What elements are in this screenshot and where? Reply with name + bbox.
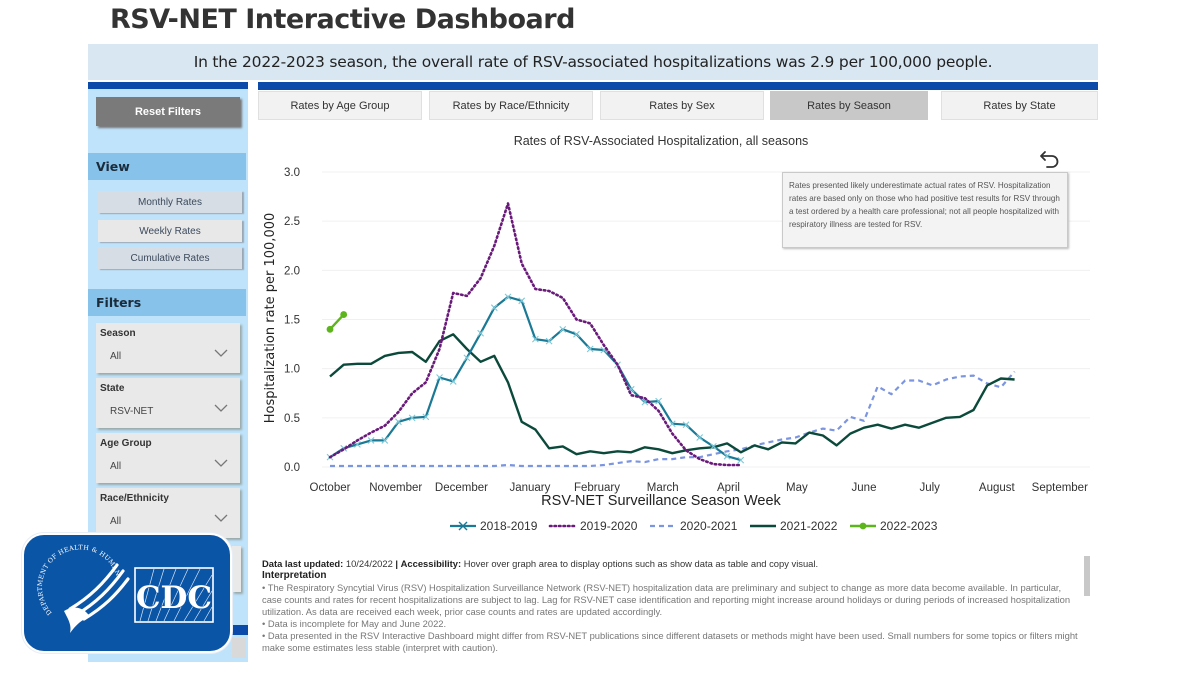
legend-item-2019-2020: 2019-2020: [548, 519, 638, 533]
x-tick-label: December: [435, 482, 488, 494]
y-axis-ticks: 0.0 0.5 1.0 1.5 2.0 2.5 3.0: [284, 167, 300, 474]
x-tick-label: October: [310, 482, 351, 494]
chevron-down-icon: [214, 404, 228, 412]
x-axis-label: RSV-NET Surveillance Season Week: [541, 493, 781, 509]
sidebar-bottom-bar: [232, 625, 248, 635]
chevron-down-icon: [214, 459, 228, 467]
y-tick-label: 0.0: [284, 462, 300, 474]
season-filter-label: Season: [100, 328, 136, 339]
legend-label: 2022-2023: [880, 519, 938, 533]
note-bullet: • Data is incomplete for May and June 20…: [262, 618, 447, 629]
accessibility-label: Accessibility:: [400, 558, 462, 569]
x-tick-label: November: [369, 482, 422, 494]
legend-label: 2020-2021: [680, 519, 738, 533]
page-title: RSV-NET Interactive Dashboard: [110, 4, 575, 35]
notes-scrollbar[interactable]: [1084, 556, 1090, 596]
season-filter-value: All: [110, 351, 122, 362]
legend-item-2020-2021: 2020-2021: [650, 519, 738, 533]
accessibility-text: Hover over graph area to display options…: [463, 558, 819, 569]
chevron-down-icon: [214, 514, 228, 522]
legend-marker: [859, 522, 867, 530]
cdc-logo: CDC: [134, 567, 214, 623]
separator: |: [395, 558, 399, 569]
y-tick-label: 2.0: [284, 265, 300, 277]
note-text: Data presented in the RSV Interactive Da…: [262, 630, 1078, 653]
x-tick-label: July: [919, 482, 940, 494]
tab-rates-by-race-ethnicity[interactable]: Rates by Race/Ethnicity: [429, 91, 593, 120]
summary-banner: In the 2022-2023 season, the overall rat…: [88, 44, 1098, 80]
filters-section-header: Filters: [88, 289, 246, 316]
interpretation-header: Interpretation: [262, 570, 327, 581]
reset-filters-button[interactable]: Reset Filters: [96, 97, 240, 126]
series-line-2020-2021: [330, 370, 1016, 468]
state-filter-value: RSV-NET: [110, 406, 154, 417]
tab-rates-by-state[interactable]: Rates by State: [941, 91, 1098, 120]
x-tick-label: June: [852, 482, 877, 494]
y-axis-label: Hospitalization rate per 100,000: [263, 213, 278, 424]
y-tick-label: 3.0: [284, 167, 300, 179]
age-group-filter-label: Age Group: [100, 438, 152, 449]
state-filter[interactable]: State RSV-NET: [96, 378, 240, 428]
last-updated-value: 10/24/2022: [345, 558, 393, 569]
race-ethnicity-filter[interactable]: Race/Ethnicity All: [96, 488, 240, 538]
cdc-logo-text: CDC: [136, 580, 212, 616]
note-bullet: • The Respiratory Syncytial Virus (RSV) …: [262, 582, 1071, 617]
x-tick-label: May: [786, 482, 808, 494]
interpretation-notes: Data last updated: 10/24/2022 | Accessib…: [262, 558, 1082, 658]
rates-disclaimer-tooltip: Rates presented likely underestimate act…: [782, 172, 1068, 248]
legend-item-2022-2023: 2022-2023: [850, 519, 938, 533]
sidebar-bottom-button[interactable]: [232, 638, 246, 658]
legend-label: 2019-2020: [580, 519, 638, 533]
age-group-filter[interactable]: Age Group All: [96, 433, 240, 483]
y-tick-label: 2.5: [284, 216, 300, 228]
state-filter-label: State: [100, 383, 125, 394]
cumulative-rates-button[interactable]: Cumulative Rates: [98, 247, 242, 269]
tab-rates-by-season[interactable]: Rates by Season: [770, 91, 928, 120]
tab-rates-by-age-group[interactable]: Rates by Age Group: [258, 91, 422, 120]
data-point-2022-2023: [326, 325, 334, 333]
age-group-filter-value: All: [110, 461, 122, 472]
x-tick-label: September: [1032, 482, 1088, 494]
legend-label: 2018-2019: [480, 519, 538, 533]
series-line-2018-2019: [329, 295, 742, 462]
last-updated-label: Data last updated:: [262, 558, 344, 569]
data-point-2022-2023: [340, 311, 348, 318]
data-point-2018-2019: [696, 434, 704, 441]
legend-item-2021-2022: 2021-2022: [750, 519, 838, 533]
race-ethnicity-filter-value: All: [110, 516, 122, 527]
view-section-header: View: [88, 153, 246, 180]
main-header-bar: [258, 82, 1098, 90]
series-line-2019-2020: [328, 202, 743, 467]
monthly-rates-button[interactable]: Monthly Rates: [98, 191, 242, 213]
chevron-down-icon: [214, 349, 228, 357]
legend-item-2018-2019: 2018-2019: [450, 519, 538, 533]
legend-label: 2021-2022: [780, 519, 838, 533]
season-filter[interactable]: Season All: [96, 323, 240, 373]
race-ethnicity-filter-label: Race/Ethnicity: [100, 493, 169, 504]
weekly-rates-button[interactable]: Weekly Rates: [98, 220, 242, 242]
tab-rates-by-sex[interactable]: Rates by Sex: [600, 91, 764, 120]
chart-title: Rates of RSV-Associated Hospitalization,…: [513, 134, 809, 148]
chart-legend: 2018-2019 2019-2020 2020-2021 2021-2022 2022…: [450, 519, 938, 533]
last-updated-line: Data last updated: 10/24/2022 | Accessib…: [262, 558, 1082, 570]
cdc-hhs-logo-badge: DEPARTMENT OF HEALTH & HUMAN SERVICES·US…: [21, 529, 232, 653]
y-tick-label: 1.0: [284, 364, 300, 376]
note-text: The Respiratory Syncytial Virus (RSV) Ho…: [262, 582, 1071, 617]
y-tick-label: 1.5: [284, 315, 300, 327]
note-text: Data is incomplete for May and June 2022…: [267, 618, 447, 629]
note-bullet: • Data presented in the RSV Interactive …: [262, 630, 1078, 653]
y-tick-label: 0.5: [284, 413, 300, 425]
x-tick-label: August: [979, 482, 1016, 494]
